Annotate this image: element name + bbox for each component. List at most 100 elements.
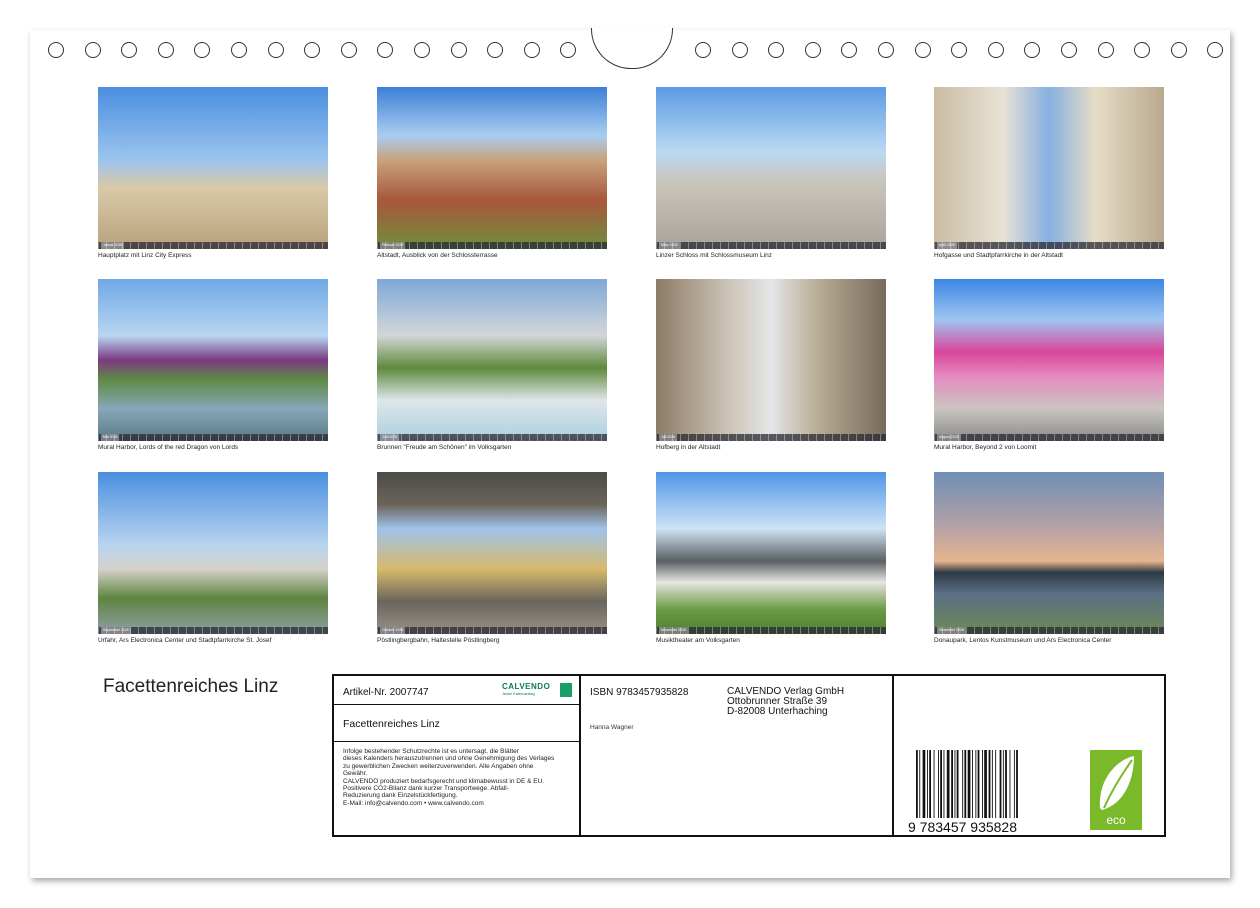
binding-ring <box>560 42 577 58</box>
month-strip: November 2026 <box>656 627 886 634</box>
barcode-bar <box>927 750 928 818</box>
barcode-bar <box>1009 750 1011 818</box>
month-strip: Februar 2026 <box>377 242 607 249</box>
barcode-bar <box>938 750 939 818</box>
photo-caption: Mural Harbor, Lords of the red Dragon vo… <box>98 444 239 451</box>
barcode-bar <box>995 750 997 818</box>
photo-caption: Urfahr, Ars Electronica Center und Stadt… <box>98 637 272 644</box>
isbn: ISBN 9783457935828 <box>590 687 689 698</box>
binding-ring <box>84 42 101 58</box>
calendar-photo-tile: Dezember 2026 Donaupark, Lentos Kunstmuse… <box>934 472 1164 645</box>
month-strip: September 2026 <box>98 627 328 634</box>
month-label: April 2026 <box>937 242 957 249</box>
barcode-bar <box>1005 750 1007 818</box>
binding-ring <box>878 42 894 58</box>
barcode: 9 783457 935828 <box>908 750 1018 834</box>
info-box: Artikel-Nr. 2007747 CALVENDO Jeder Kalen… <box>332 674 1166 837</box>
calendar-photo: September 2026 <box>98 472 328 634</box>
calendar-photo: Mai 2026 <box>98 279 328 441</box>
binding-ring <box>231 42 247 58</box>
calendar-photo-tile: März 2026 Linzer Schloss mit Schlossmuseu… <box>656 87 886 260</box>
binding-ring <box>1097 42 1114 58</box>
barcode-bar <box>1002 750 1004 818</box>
month-label: August 2026 <box>937 434 961 441</box>
barcode-bar <box>919 750 921 818</box>
barcode-bar <box>940 750 942 818</box>
calendar-photo: Februar 2026 <box>377 87 607 249</box>
binding-ring <box>1061 42 1077 58</box>
calendar-photo: April 2026 <box>934 87 1164 249</box>
eco-label: eco <box>1106 813 1126 827</box>
binding-ring <box>1024 42 1041 58</box>
month-strip: Mai 2026 <box>98 434 328 441</box>
month-strip: Juni 2026 <box>377 434 607 441</box>
binding-ring <box>157 42 174 58</box>
info-column-left: Artikel-Nr. 2007747 CALVENDO Jeder Kalen… <box>334 676 581 835</box>
calendar-photo: August 2026 <box>934 279 1164 441</box>
barcode-bar <box>967 750 971 818</box>
month-label: Februar 2026 <box>380 242 406 249</box>
binding-ring <box>914 42 931 58</box>
photo-caption: Pöstlingbergbahn, Haltestelle Pöstlingbe… <box>377 637 500 644</box>
binding-ring <box>377 42 394 58</box>
month-label: September 2026 <box>101 627 131 634</box>
month-strip: März 2026 <box>656 242 886 249</box>
eco-leaf-icon: eco <box>1090 750 1142 830</box>
binding-ring <box>695 42 711 58</box>
photo-caption: Donaupark, Lentos Kunstmuseum und Ars El… <box>934 637 1112 644</box>
calendar-photo-tile: Oktober 2026 Pöstlingbergbahn, Haltestell… <box>377 472 607 645</box>
barcode-digits: 9 783457 935828 <box>908 819 1017 834</box>
binding-ring <box>267 42 284 58</box>
binding-ring <box>194 42 211 58</box>
month-strip: Dezember 2026 <box>934 627 1164 634</box>
month-label: Oktober 2026 <box>380 627 406 634</box>
barcode-bar <box>922 750 926 818</box>
barcode-bar <box>991 750 993 818</box>
photo-caption: Hofberg in der Altstadt <box>656 444 721 451</box>
month-strip: August 2026 <box>934 434 1164 441</box>
binding-ring <box>414 42 430 58</box>
info-title: Facettenreiches Linz <box>343 718 440 730</box>
calendar-back-page: Januar 2026 Hauptplatz mit Linz City Expr… <box>30 28 1230 878</box>
calendar-photo-tile: Mai 2026 Mural Harbor, Lords of the red D… <box>98 279 328 452</box>
barcode-bar <box>1013 750 1015 818</box>
calendar-photo-tile: April 2026 Hofgasse und Stadtpfarrkirche … <box>934 87 1164 260</box>
author: Hanna Wagner <box>590 724 634 731</box>
month-label: November 2026 <box>659 627 688 634</box>
calendar-photo: Juli 2026 <box>656 279 886 441</box>
calendar-photo-tile: Februar 2026 Altstadt, Ausblick von der S… <box>377 87 607 260</box>
binding-ring <box>487 42 504 58</box>
calendar-photo: Januar 2026 <box>98 87 328 249</box>
barcode-bar <box>956 750 959 818</box>
month-strip: April 2026 <box>934 242 1164 249</box>
binding-ring <box>48 42 64 58</box>
barcode-bar <box>929 750 931 818</box>
calendar-title: Facettenreiches Linz <box>103 676 279 697</box>
calendar-photo: Dezember 2026 <box>934 472 1164 634</box>
binding-ring <box>804 42 821 58</box>
binding-ring <box>768 42 785 58</box>
barcode-bar <box>975 750 977 818</box>
calendar-photo-tile: Juni 2026 Brunnen "Freude am Schönen" im … <box>377 279 607 452</box>
barcode-bar <box>999 750 1002 818</box>
binding-ring <box>121 42 138 58</box>
binding-ring <box>1134 42 1151 58</box>
calendar-photo: November 2026 <box>656 472 886 634</box>
photo-caption: Hauptplatz mit Linz City Express <box>98 252 192 259</box>
article-number: Artikel-Nr. 2007747 <box>343 687 429 698</box>
binding-ring <box>731 42 748 58</box>
calendar-photo: März 2026 <box>656 87 886 249</box>
barcode-bar <box>954 750 956 818</box>
month-strip: Oktober 2026 <box>377 627 607 634</box>
calvendo-logo: CALVENDO Jeder Kalendertag <box>502 682 572 699</box>
photo-caption: Mural Harbor, Beyond 2 von Loomit <box>934 444 1037 451</box>
calendar-photo-tile: November 2026 Musiktheater am Volksgarten <box>656 472 886 645</box>
binding-ring <box>1207 42 1224 58</box>
binding-ring <box>1170 42 1187 58</box>
photo-caption: Brunnen "Freude am Schönen" im Volksgart… <box>377 444 512 451</box>
barcode-bar <box>988 750 991 818</box>
hanger-cutout <box>591 28 673 69</box>
month-label: Januar 2026 <box>101 242 125 249</box>
binding-ring <box>951 42 968 58</box>
photo-caption: Musiktheater am Volksgarten <box>656 637 740 644</box>
